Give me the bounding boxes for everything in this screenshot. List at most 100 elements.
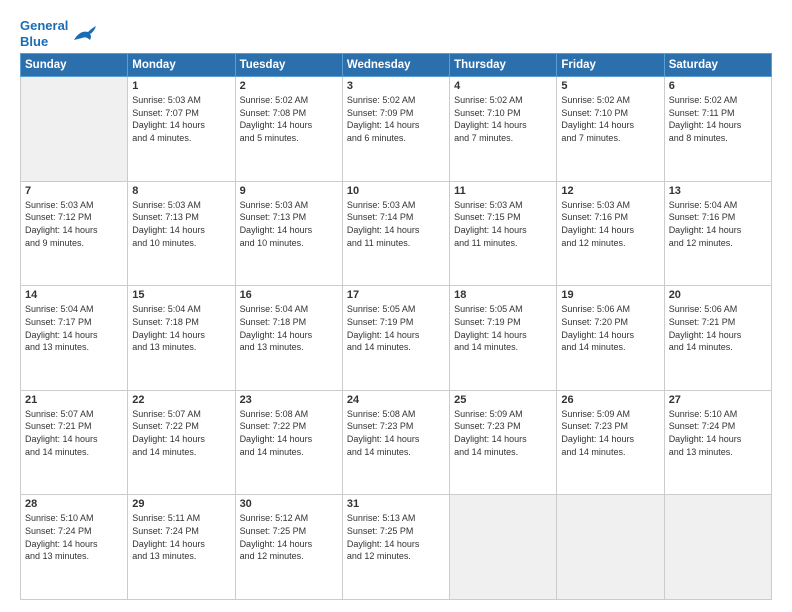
day-info: Sunrise: 5:05 AM Sunset: 7:19 PM Dayligh… (347, 303, 445, 353)
logo: General Blue (20, 18, 98, 49)
calendar-cell: 3Sunrise: 5:02 AM Sunset: 7:09 PM Daylig… (342, 77, 449, 182)
calendar-row-4: 28 Sunrise: 5:10 AM Sunset: 7:24 PM Dayli… (21, 495, 772, 600)
weekday-monday: Monday (128, 54, 235, 77)
day-number: 15 (132, 289, 230, 301)
calendar-cell: 13 Sunrise: 5:04 AM Sunset: 7:16 PM Dayli… (664, 181, 771, 286)
calendar-cell: 24Sunrise: 5:08 AM Sunset: 7:23 PM Dayli… (342, 390, 449, 495)
calendar-row-0: 1Sunrise: 5:03 AM Sunset: 7:07 PM Daylig… (21, 77, 772, 182)
day-number: 19 (561, 289, 659, 301)
calendar-cell: 6 Sunrise: 5:02 AM Sunset: 7:11 PM Daylig… (664, 77, 771, 182)
logo-bird-icon (70, 22, 98, 46)
weekday-friday: Friday (557, 54, 664, 77)
calendar-cell: 19Sunrise: 5:06 AM Sunset: 7:20 PM Dayli… (557, 286, 664, 391)
day-number: 9 (240, 185, 338, 197)
day-number: 7 (25, 185, 123, 197)
calendar-cell: 18Sunrise: 5:05 AM Sunset: 7:19 PM Dayli… (450, 286, 557, 391)
day-number: 8 (132, 185, 230, 197)
calendar-cell: 30 Sunrise: 5:12 AM Sunset: 7:25 PM Dayli… (235, 495, 342, 600)
calendar-cell: 14Sunrise: 5:04 AM Sunset: 7:17 PM Dayli… (21, 286, 128, 391)
day-number: 2 (240, 80, 338, 92)
day-info: Sunrise: 5:02 AM Sunset: 7:08 PM Dayligh… (240, 94, 338, 144)
day-info: Sunrise: 5:09 AM Sunset: 7:23 PM Dayligh… (454, 408, 552, 458)
day-number: 24 (347, 394, 445, 406)
calendar-cell: 20 Sunrise: 5:06 AM Sunset: 7:21 PM Dayli… (664, 286, 771, 391)
calendar-cell: 2 Sunrise: 5:02 AM Sunset: 7:08 PM Daylig… (235, 77, 342, 182)
calendar-cell: 7 Sunrise: 5:03 AM Sunset: 7:12 PM Daylig… (21, 181, 128, 286)
day-number: 14 (25, 289, 123, 301)
day-number: 25 (454, 394, 552, 406)
day-number: 13 (669, 185, 767, 197)
calendar-cell: 10 Sunrise: 5:03 AM Sunset: 7:14 PM Dayli… (342, 181, 449, 286)
calendar-cell (450, 495, 557, 600)
calendar-cell: 1Sunrise: 5:03 AM Sunset: 7:07 PM Daylig… (128, 77, 235, 182)
weekday-sunday: Sunday (21, 54, 128, 77)
day-number: 17 (347, 289, 445, 301)
calendar-cell: 8 Sunrise: 5:03 AM Sunset: 7:13 PM Daylig… (128, 181, 235, 286)
day-number: 18 (454, 289, 552, 301)
day-info: Sunrise: 5:10 AM Sunset: 7:24 PM Dayligh… (669, 408, 767, 458)
day-number: 20 (669, 289, 767, 301)
day-info: Sunrise: 5:02 AM Sunset: 7:10 PM Dayligh… (561, 94, 659, 144)
calendar-cell (21, 77, 128, 182)
day-number: 23 (240, 394, 338, 406)
calendar-cell: 21Sunrise: 5:07 AM Sunset: 7:21 PM Dayli… (21, 390, 128, 495)
day-number: 5 (561, 80, 659, 92)
day-info: Sunrise: 5:04 AM Sunset: 7:16 PM Dayligh… (669, 199, 767, 249)
logo-general: General (20, 18, 68, 33)
day-info: Sunrise: 5:08 AM Sunset: 7:22 PM Dayligh… (240, 408, 338, 458)
calendar-row-3: 21Sunrise: 5:07 AM Sunset: 7:21 PM Dayli… (21, 390, 772, 495)
day-info: Sunrise: 5:02 AM Sunset: 7:09 PM Dayligh… (347, 94, 445, 144)
weekday-wednesday: Wednesday (342, 54, 449, 77)
day-number: 30 (240, 498, 338, 510)
day-info: Sunrise: 5:11 AM Sunset: 7:24 PM Dayligh… (132, 512, 230, 562)
day-number: 4 (454, 80, 552, 92)
day-number: 11 (454, 185, 552, 197)
day-info: Sunrise: 5:10 AM Sunset: 7:24 PM Dayligh… (25, 512, 123, 562)
day-info: Sunrise: 5:03 AM Sunset: 7:14 PM Dayligh… (347, 199, 445, 249)
calendar-cell: 4 Sunrise: 5:02 AM Sunset: 7:10 PM Daylig… (450, 77, 557, 182)
day-number: 21 (25, 394, 123, 406)
day-info: Sunrise: 5:03 AM Sunset: 7:12 PM Dayligh… (25, 199, 123, 249)
day-number: 28 (25, 498, 123, 510)
calendar-cell (664, 495, 771, 600)
day-info: Sunrise: 5:02 AM Sunset: 7:10 PM Dayligh… (454, 94, 552, 144)
day-number: 27 (669, 394, 767, 406)
day-info: Sunrise: 5:12 AM Sunset: 7:25 PM Dayligh… (240, 512, 338, 562)
calendar-cell: 29 Sunrise: 5:11 AM Sunset: 7:24 PM Dayli… (128, 495, 235, 600)
day-number: 31 (347, 498, 445, 510)
calendar-wrapper: SundayMondayTuesdayWednesdayThursdayFrid… (20, 53, 772, 600)
day-info: Sunrise: 5:04 AM Sunset: 7:18 PM Dayligh… (132, 303, 230, 353)
day-info: Sunrise: 5:03 AM Sunset: 7:13 PM Dayligh… (132, 199, 230, 249)
calendar-cell: 28 Sunrise: 5:10 AM Sunset: 7:24 PM Dayli… (21, 495, 128, 600)
calendar-row-2: 14Sunrise: 5:04 AM Sunset: 7:17 PM Dayli… (21, 286, 772, 391)
day-number: 6 (669, 80, 767, 92)
calendar-table: SundayMondayTuesdayWednesdayThursdayFrid… (20, 53, 772, 600)
day-number: 12 (561, 185, 659, 197)
calendar-row-1: 7 Sunrise: 5:03 AM Sunset: 7:12 PM Daylig… (21, 181, 772, 286)
calendar-cell: 31 Sunrise: 5:13 AM Sunset: 7:25 PM Dayli… (342, 495, 449, 600)
day-info: Sunrise: 5:03 AM Sunset: 7:15 PM Dayligh… (454, 199, 552, 249)
day-info: Sunrise: 5:06 AM Sunset: 7:21 PM Dayligh… (669, 303, 767, 353)
day-info: Sunrise: 5:09 AM Sunset: 7:23 PM Dayligh… (561, 408, 659, 458)
weekday-saturday: Saturday (664, 54, 771, 77)
day-number: 16 (240, 289, 338, 301)
calendar-cell: 25 Sunrise: 5:09 AM Sunset: 7:23 PM Dayli… (450, 390, 557, 495)
day-info: Sunrise: 5:13 AM Sunset: 7:25 PM Dayligh… (347, 512, 445, 562)
day-number: 29 (132, 498, 230, 510)
weekday-tuesday: Tuesday (235, 54, 342, 77)
day-info: Sunrise: 5:04 AM Sunset: 7:18 PM Dayligh… (240, 303, 338, 353)
day-number: 22 (132, 394, 230, 406)
calendar-cell: 23 Sunrise: 5:08 AM Sunset: 7:22 PM Dayli… (235, 390, 342, 495)
header: General Blue (20, 18, 772, 49)
calendar-cell (557, 495, 664, 600)
day-info: Sunrise: 5:03 AM Sunset: 7:13 PM Dayligh… (240, 199, 338, 249)
day-number: 10 (347, 185, 445, 197)
calendar-cell: 27 Sunrise: 5:10 AM Sunset: 7:24 PM Dayli… (664, 390, 771, 495)
day-info: Sunrise: 5:07 AM Sunset: 7:22 PM Dayligh… (132, 408, 230, 458)
day-number: 26 (561, 394, 659, 406)
calendar-cell: 9 Sunrise: 5:03 AM Sunset: 7:13 PM Daylig… (235, 181, 342, 286)
day-info: Sunrise: 5:02 AM Sunset: 7:11 PM Dayligh… (669, 94, 767, 144)
logo-blue: Blue (20, 34, 48, 49)
calendar-cell: 16 Sunrise: 5:04 AM Sunset: 7:18 PM Dayli… (235, 286, 342, 391)
weekday-header-row: SundayMondayTuesdayWednesdayThursdayFrid… (21, 54, 772, 77)
